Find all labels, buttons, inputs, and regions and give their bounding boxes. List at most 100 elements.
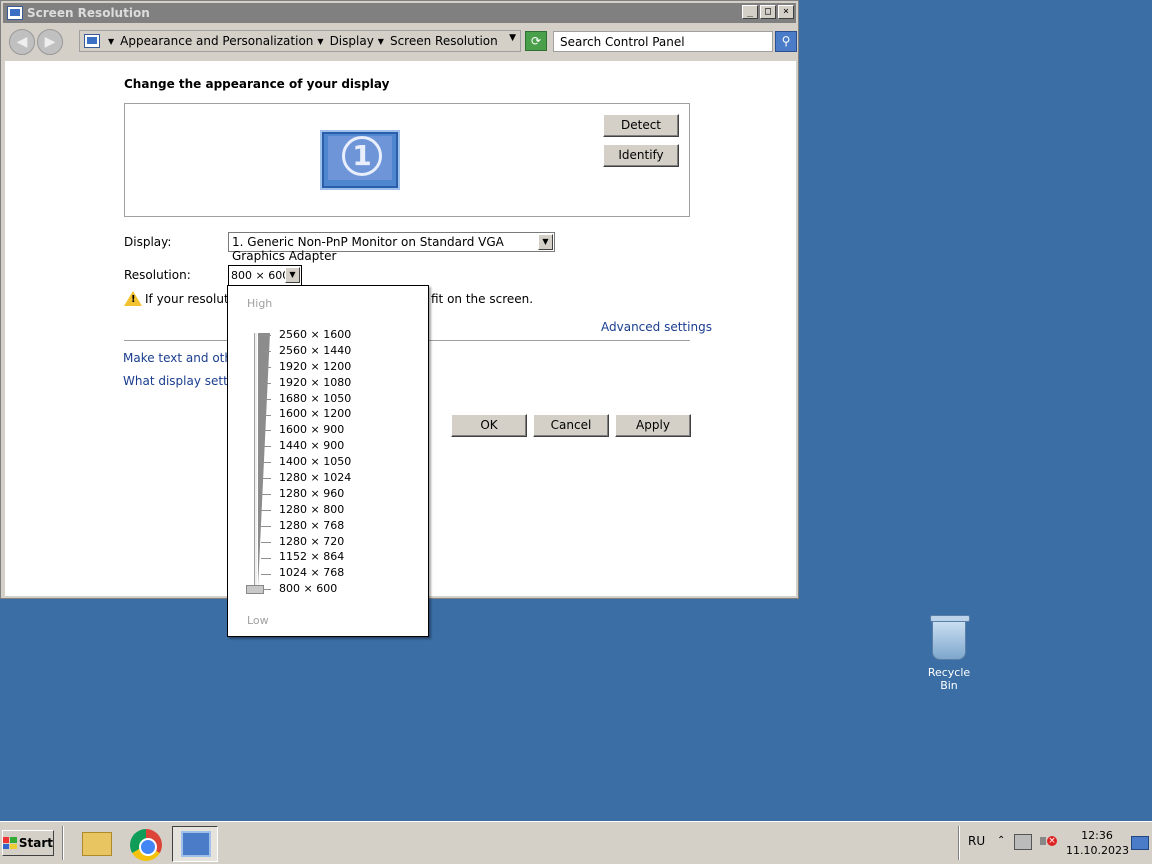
slider-tick xyxy=(261,350,271,352)
show-hidden-icons-icon[interactable]: ⌃ xyxy=(997,835,1005,846)
slider-tick xyxy=(261,478,271,480)
resolution-label: Resolution: xyxy=(124,268,191,282)
navigation-bar: ◀ ▶ ▼ Appearance and Personalization ▼ D… xyxy=(3,25,797,59)
resolution-option[interactable]: 1680 × 1050 xyxy=(279,391,351,407)
low-label: Low xyxy=(247,614,269,627)
resolution-option[interactable]: 1280 × 768 xyxy=(279,518,351,534)
volume-muted-icon[interactable] xyxy=(1040,834,1057,850)
resolution-option[interactable]: 1600 × 1200 xyxy=(279,406,351,422)
slider-tick xyxy=(261,366,271,368)
folder-icon xyxy=(82,832,112,856)
resolution-option[interactable]: 1280 × 720 xyxy=(279,534,351,550)
resolution-option[interactable]: 1280 × 1024 xyxy=(279,470,351,486)
address-bar[interactable]: ▼ Appearance and Personalization ▼ Displ… xyxy=(79,30,521,52)
display-settings-icon xyxy=(7,6,23,20)
window-title: Screen Resolution xyxy=(27,6,150,20)
resolution-option[interactable]: 1920 × 1200 xyxy=(279,359,351,375)
display-select-value: 1. Generic Non-PnP Monitor on Standard V… xyxy=(232,235,504,263)
resolution-select-value: 800 × 600 xyxy=(231,269,290,282)
resolution-option[interactable]: 1280 × 960 xyxy=(279,486,351,502)
breadcrumb-screen-resolution[interactable]: Screen Resolution xyxy=(390,34,498,48)
title-bar[interactable]: Screen Resolution _ □ × xyxy=(3,3,796,23)
apply-button[interactable]: Apply xyxy=(615,414,691,437)
resolution-option[interactable]: 1600 × 900 xyxy=(279,422,351,438)
start-button[interactable]: Start xyxy=(2,830,54,856)
network-icon[interactable] xyxy=(1014,834,1032,850)
slider-tick xyxy=(261,414,271,416)
monitor-1-icon[interactable]: 1 xyxy=(320,130,400,190)
warning-icon: ! xyxy=(124,291,142,306)
chevron-right-icon[interactable]: ▼ xyxy=(378,37,384,46)
resolution-slider-thumb[interactable] xyxy=(246,585,264,594)
slider-tick xyxy=(261,382,271,384)
recycle-bin[interactable]: Recycle Bin xyxy=(920,615,978,692)
resolution-option[interactable]: 2560 × 1440 xyxy=(279,343,351,359)
display-preview: 1 Detect Identify xyxy=(124,103,690,217)
breadcrumb-appearance[interactable]: Appearance and Personalization xyxy=(120,34,313,48)
tray-divider xyxy=(958,826,960,860)
taskbar-divider xyxy=(62,826,64,860)
resolution-option[interactable]: 1024 × 768 xyxy=(279,565,351,581)
cancel-button[interactable]: Cancel xyxy=(533,414,609,437)
breadcrumb-display[interactable]: Display xyxy=(330,34,374,48)
slider-tick xyxy=(261,494,271,495)
chevron-down-icon[interactable]: ▼ xyxy=(538,234,553,250)
back-arrow-icon: ◀ xyxy=(16,34,28,50)
maximize-button[interactable]: □ xyxy=(760,5,776,19)
advanced-settings-link[interactable]: Advanced settings xyxy=(601,320,712,334)
warning-text-end: fit on the screen. xyxy=(431,292,534,306)
identify-button[interactable]: Identify xyxy=(603,144,679,167)
minimize-button[interactable]: _ xyxy=(742,5,758,19)
close-button[interactable]: × xyxy=(778,5,794,19)
clock-date: 11.10.2023 xyxy=(1066,844,1129,857)
resolution-options: 2560 × 1600 2560 × 1440 1920 × 1200 1920 × … xyxy=(279,327,351,597)
refresh-icon: ⟳ xyxy=(530,34,542,48)
slider-tick xyxy=(261,430,271,432)
chevron-right-icon[interactable]: ▼ xyxy=(108,37,114,46)
slider-tick xyxy=(261,446,271,448)
resolution-option[interactable]: 1400 × 1050 xyxy=(279,454,351,470)
slider-tick xyxy=(261,335,271,336)
control-panel-icon xyxy=(181,831,211,857)
slider-tick xyxy=(261,525,271,527)
back-button[interactable]: ◀ xyxy=(9,29,35,55)
detect-button[interactable]: Detect xyxy=(603,114,679,137)
monitor-number: 1 xyxy=(342,136,382,176)
chrome-icon xyxy=(130,829,162,861)
chevron-down-icon[interactable]: ▼ xyxy=(509,33,516,43)
forward-button[interactable]: ▶ xyxy=(37,29,63,55)
clock[interactable]: 12:36 11.10.2023 xyxy=(1066,828,1129,858)
resolution-wedge xyxy=(258,333,270,588)
display-select[interactable]: 1. Generic Non-PnP Monitor on Standard V… xyxy=(228,232,555,263)
taskbar: Start RU ⌃ 12:36 11.10.2023 xyxy=(0,821,1152,864)
resolution-option[interactable]: 1920 × 1080 xyxy=(279,375,351,391)
display-label: Display: xyxy=(124,235,172,249)
search-button[interactable]: ⚲ xyxy=(775,31,797,52)
resolution-select[interactable]: 800 × 600 ▼ xyxy=(228,265,302,286)
resolution-option[interactable]: 1440 × 900 xyxy=(279,438,351,454)
taskbar-chrome[interactable] xyxy=(122,826,168,862)
search-icon: ⚲ xyxy=(781,34,791,48)
chevron-right-icon[interactable]: ▼ xyxy=(317,37,323,46)
forward-arrow-icon: ▶ xyxy=(44,34,56,50)
resolution-option[interactable]: 1152 × 864 xyxy=(279,549,351,565)
ok-button[interactable]: OK xyxy=(451,414,527,437)
clock-time: 12:36 xyxy=(1081,829,1113,842)
recycle-bin-icon xyxy=(930,615,970,660)
refresh-button[interactable]: ⟳ xyxy=(525,31,547,51)
taskbar-control-panel[interactable] xyxy=(172,826,218,862)
page-title: Change the appearance of your display xyxy=(124,77,390,91)
show-desktop-icon[interactable] xyxy=(1131,836,1149,850)
chevron-down-icon[interactable]: ▼ xyxy=(285,267,300,283)
search-input[interactable]: Search Control Panel xyxy=(553,31,773,52)
slider-tick xyxy=(261,462,271,464)
slider-tick xyxy=(261,557,271,559)
resolution-option[interactable]: 800 × 600 xyxy=(279,581,351,597)
resolution-option[interactable]: 1280 × 800 xyxy=(279,502,351,518)
resolution-option[interactable]: 2560 × 1600 xyxy=(279,327,351,343)
recycle-bin-label: Recycle Bin xyxy=(927,666,971,692)
slider-tick xyxy=(261,398,271,400)
start-label: Start xyxy=(18,836,53,850)
language-indicator[interactable]: RU xyxy=(968,834,985,848)
taskbar-explorer[interactable] xyxy=(72,826,118,862)
